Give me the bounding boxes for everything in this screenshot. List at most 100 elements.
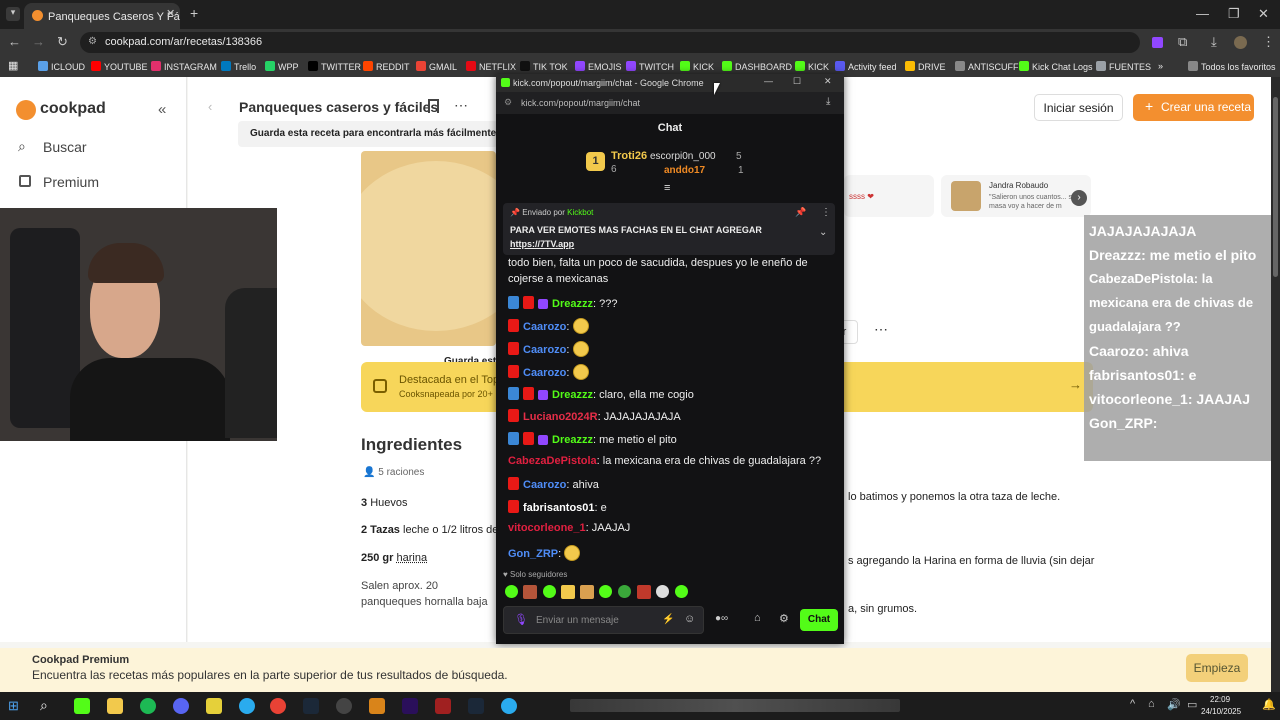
bookmark-item[interactable]: FUENTES (1096, 61, 1151, 72)
new-tab-icon[interactable]: + (190, 5, 198, 21)
app-icon[interactable] (369, 698, 385, 714)
back-icon[interactable]: ← (8, 34, 21, 49)
kick-app-icon[interactable] (74, 698, 90, 714)
minimize-icon[interactable]: — (1196, 6, 1209, 21)
emote-icon[interactable] (580, 585, 594, 599)
emote-icon[interactable] (543, 585, 556, 598)
bookmark-item[interactable]: TWITTER (308, 61, 361, 72)
chat-username[interactable]: Caarozo (523, 479, 566, 491)
tray-overflow-icon[interactable]: ^ (1130, 698, 1135, 710)
leader-2-name[interactable]: escorpi0n_000 (650, 151, 716, 162)
all-favorites[interactable]: Todos los favoritos (1188, 61, 1276, 72)
apps-icon[interactable]: ▦ (8, 59, 18, 72)
popout-url-bar[interactable]: ⚙ kick.com/popout/margiim/chat ⤓ (496, 92, 844, 114)
emoji-icon[interactable]: ☺ (684, 613, 695, 625)
comment-card-1[interactable]: ssss ❤ (844, 175, 934, 217)
emote-icon[interactable] (675, 585, 688, 598)
obs-icon[interactable] (336, 698, 352, 714)
chat-username[interactable]: Dreazzz (552, 434, 593, 446)
taskbar-search-icon[interactable]: ⌕ (40, 697, 48, 714)
premiere-icon[interactable] (402, 698, 418, 714)
tab-search-icon[interactable]: ▾ (6, 7, 20, 21)
bookmark-item[interactable]: Trello (221, 61, 256, 72)
popout-close-icon[interactable]: ✕ (824, 76, 832, 87)
chat-username[interactable]: CabezaDePistola (508, 455, 597, 467)
bookmark-item[interactable]: Activity feed (835, 61, 897, 72)
bookmark-item[interactable]: KICK (680, 61, 714, 72)
bookmark-item[interactable]: YOUTUBE (91, 61, 148, 72)
collapse-sidebar-icon[interactable]: « (158, 101, 166, 118)
pinned-link[interactable]: https://7TV.app (510, 239, 574, 249)
microphone-icon[interactable]: 🎙 (514, 613, 528, 626)
bookmark-item[interactable]: KICK (795, 61, 829, 72)
cookpad-logo[interactable]: cookpad (40, 100, 106, 118)
network-icon[interactable]: ⌂ (1148, 698, 1155, 710)
spotify-icon[interactable] (140, 698, 156, 714)
close-window-icon[interactable]: ✕ (1258, 6, 1269, 22)
page-scrollbar[interactable] (1271, 77, 1280, 692)
address-bar[interactable]: ⚙ cookpad.com/ar/recetas/138366 (80, 32, 1140, 53)
chat-username[interactable]: Caarozo (523, 321, 566, 333)
downloads-icon[interactable]: ⤓ (1211, 34, 1217, 50)
bookmark-item[interactable]: WPP (265, 61, 299, 72)
chat-username[interactable]: Luciano2024R (523, 411, 598, 423)
steam-icon[interactable] (303, 698, 319, 714)
bookmark-item[interactable]: ANTISCUFF (955, 61, 1019, 72)
reload-icon[interactable]: ↻ (57, 34, 68, 50)
extensions-icon[interactable]: ⧉ (1178, 34, 1187, 50)
unpin-icon[interactable]: 📌 (795, 207, 806, 218)
voicemod-icon[interactable] (435, 698, 451, 714)
system-tray-icons[interactable] (570, 699, 900, 712)
bookmark-item[interactable]: Kick Chat Logs (1019, 61, 1093, 72)
chat-username[interactable]: fabrisantos01 (523, 502, 595, 514)
chat-username[interactable]: Dreazzz (552, 298, 593, 310)
back-arrow-icon[interactable]: ‹ (208, 99, 212, 114)
recipe-more-icon[interactable]: ⋯ (874, 321, 888, 338)
notifications-icon[interactable]: 🔔 (1262, 698, 1276, 711)
nav-search[interactable]: Buscar (43, 139, 87, 155)
7tv-icon[interactable]: ⚡ (662, 614, 674, 625)
create-recipe-button[interactable]: + Crear una receta (1133, 94, 1254, 121)
chat-settings-icon[interactable]: ⚙ (779, 612, 789, 625)
windows-start-icon[interactable]: ⊞ (8, 698, 19, 714)
close-tab-icon[interactable]: ✕ (166, 7, 175, 20)
popout-download-icon[interactable]: ⤓ (826, 96, 830, 107)
bookmark-item[interactable]: TIK TOK (520, 61, 568, 72)
discord-icon[interactable] (173, 698, 189, 714)
site-info-icon[interactable]: ⚙ (88, 36, 97, 47)
popout-titlebar[interactable]: kick.com/popout/margiim/chat - Google Ch… (496, 74, 844, 92)
browser-tab[interactable]: Panqueques Caseros Y Fáciles R (24, 3, 180, 29)
carousel-next-icon[interactable]: › (1071, 190, 1087, 206)
file-explorer-icon[interactable] (107, 698, 123, 714)
chat-username[interactable]: Caarozo (523, 367, 566, 379)
popout-maximize-icon[interactable]: ☐ (793, 76, 801, 87)
points-icon[interactable]: ●∞ (715, 613, 728, 624)
steam-2-icon[interactable] (468, 698, 484, 714)
taskbar-date[interactable]: 24/10/2025 (1201, 707, 1241, 716)
emote-icon[interactable] (656, 585, 669, 598)
emote-icon[interactable] (561, 585, 575, 599)
more-options-icon[interactable]: ⋯ (454, 97, 468, 114)
emote-icon[interactable] (505, 585, 518, 598)
chat-username[interactable]: Caarozo (523, 344, 566, 356)
maximize-icon[interactable]: ❐ (1228, 6, 1240, 22)
menu-icon[interactable]: ⋮ (1262, 34, 1275, 50)
premium-start-button[interactable]: Empieza (1186, 654, 1248, 682)
more-bookmarks[interactable]: » (1158, 61, 1163, 71)
bookmark-item[interactable]: EMOJIS (575, 61, 622, 72)
pinned-menu-icon[interactable]: ⋮ (821, 207, 831, 218)
nav-premium[interactable]: Premium (43, 174, 99, 190)
login-button[interactable]: Iniciar sesión (1034, 94, 1123, 121)
bookmark-item[interactable]: TWITCH (626, 61, 674, 72)
pinned-expand-icon[interactable]: ⌄ (819, 227, 827, 238)
profile-avatar[interactable] (1234, 36, 1247, 49)
telegram-2-icon[interactable] (501, 698, 517, 714)
telegram-icon[interactable] (239, 698, 255, 714)
forward-icon[interactable]: → (32, 34, 45, 49)
emote-icon[interactable] (599, 585, 612, 598)
chat-input[interactable]: 🎙 Enviar un mensaje ⚡ ☺ (503, 606, 704, 634)
leader-3-name[interactable]: anddo17 (664, 165, 705, 176)
bookmark-item[interactable]: GMAIL (416, 61, 457, 72)
chat-username[interactable]: Gon_ZRP (508, 548, 558, 560)
popout-minimize-icon[interactable]: — (764, 76, 773, 86)
